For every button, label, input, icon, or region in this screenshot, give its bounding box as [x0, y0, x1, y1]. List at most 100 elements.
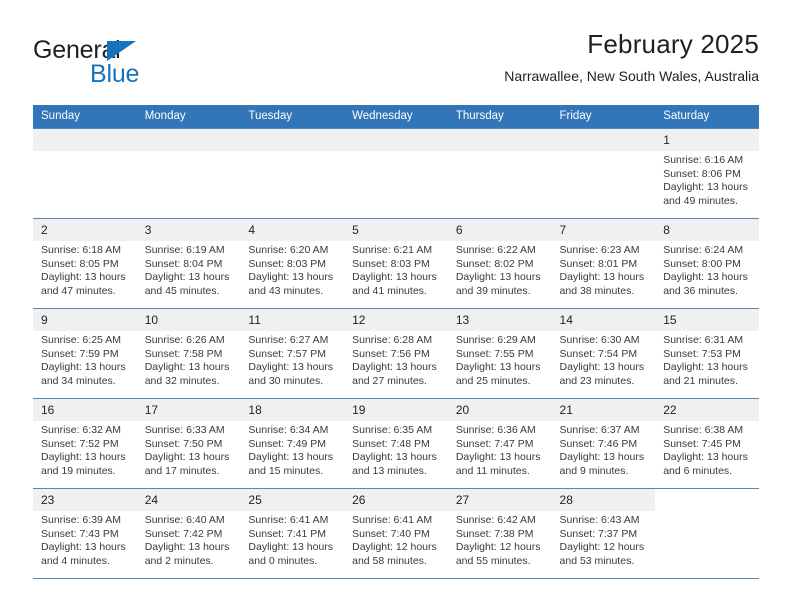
calendar-day-cell[interactable]: 11 Sunrise: 6:27 AM Sunset: 7:57 PM Dayligh… [240, 308, 345, 399]
calendar-day-cell[interactable]: 26 Sunrise: 6:41 AM Sunset: 7:40 PM Dayligh… [344, 488, 448, 579]
calendar-day-cell[interactable]: 19 Sunrise: 6:35 AM Sunset: 7:48 PM Dayligh… [344, 398, 448, 489]
day-cell-content: 19 Sunrise: 6:35 AM Sunset: 7:48 PM Dayligh… [344, 399, 448, 488]
calendar-day-cell[interactable]: 1 Sunrise: 6:16 AM Sunset: 8:06 PM Daylight… [655, 128, 759, 219]
calendar-day-cell[interactable]: 23 Sunrise: 6:39 AM Sunset: 7:43 PM Dayligh… [33, 488, 137, 579]
calendar-day-cell[interactable]: 27 Sunrise: 6:42 AM Sunset: 7:38 PM Dayligh… [447, 488, 552, 579]
calendar-day-cell[interactable]: 8 Sunrise: 6:24 AM Sunset: 8:00 PM Daylight… [655, 218, 759, 309]
sunrise-text: Sunrise: 6:27 AM [248, 334, 329, 346]
day-details: Sunrise: 6:23 AM Sunset: 8:01 PM Daylight:… [552, 241, 656, 298]
daylight-text-line1: Daylight: 13 hours [559, 361, 645, 374]
sunrise-text: Sunrise: 6:30 AM [559, 334, 640, 346]
daylight-text-line1: Daylight: 12 hours [559, 541, 645, 554]
daylight-text-line1: Daylight: 13 hours [248, 271, 334, 284]
day-cell-content: 20 Sunrise: 6:36 AM Sunset: 7:47 PM Dayligh… [447, 399, 552, 488]
calendar-day-cell[interactable]: 12 Sunrise: 6:28 AM Sunset: 7:56 PM Dayligh… [344, 308, 448, 399]
sunrise-text: Sunrise: 6:37 AM [559, 424, 640, 436]
daylight-text-line2: and 2 minutes. [144, 554, 214, 567]
day-details: Sunrise: 6:40 AM Sunset: 7:42 PM Daylight:… [137, 511, 241, 568]
sunrise-text: Sunrise: 6:35 AM [352, 424, 433, 436]
day-cell-content: 9 Sunrise: 6:25 AM Sunset: 7:59 PM Daylight… [33, 309, 137, 398]
day-details: Sunrise: 6:37 AM Sunset: 7:46 PM Daylight:… [552, 421, 656, 478]
calendar-day-cell[interactable]: 4 Sunrise: 6:20 AM Sunset: 8:03 PM Daylight… [240, 218, 345, 309]
day-cell-content: 2 Sunrise: 6:18 AM Sunset: 8:05 PM Daylight… [33, 219, 137, 308]
daylight-text-line2: and 6 minutes. [663, 464, 733, 477]
day-details: Sunrise: 6:41 AM Sunset: 7:41 PM Daylight:… [240, 511, 344, 568]
day-details: Sunrise: 6:25 AM Sunset: 7:59 PM Daylight:… [33, 331, 137, 388]
day-cell-content: 3 Sunrise: 6:19 AM Sunset: 8:04 PM Daylight… [136, 219, 241, 308]
calendar-day-cell[interactable]: 17 Sunrise: 6:33 AM Sunset: 7:50 PM Dayligh… [136, 398, 241, 489]
triangle-logo-icon [107, 41, 136, 61]
calendar-day-cell[interactable]: 15 Sunrise: 6:31 AM Sunset: 7:53 PM Dayligh… [655, 308, 759, 399]
calendar-day-cell[interactable]: 7 Sunrise: 6:23 AM Sunset: 8:01 PM Daylight… [551, 218, 656, 309]
day-number: 16 [33, 399, 137, 421]
calendar-day-cell[interactable]: 3 Sunrise: 6:19 AM Sunset: 8:04 PM Daylight… [136, 218, 241, 309]
empty-day-cell [447, 129, 552, 218]
day-details: Sunrise: 6:39 AM Sunset: 7:43 PM Daylight:… [33, 511, 137, 568]
sunset-text: Sunset: 7:53 PM [663, 347, 741, 360]
calendar-day-cell[interactable]: 9 Sunrise: 6:25 AM Sunset: 7:59 PM Daylight… [33, 308, 137, 399]
calendar-day-cell[interactable]: 13 Sunrise: 6:29 AM Sunset: 7:55 PM Dayligh… [447, 308, 552, 399]
day-cell-content: 4 Sunrise: 6:20 AM Sunset: 8:03 PM Daylight… [240, 219, 345, 308]
day-cell-content: 24 Sunrise: 6:40 AM Sunset: 7:42 PM Dayligh… [136, 489, 241, 578]
daylight-text-line2: and 0 minutes. [248, 554, 318, 567]
day-details: Sunrise: 6:29 AM Sunset: 7:55 PM Daylight:… [448, 331, 552, 388]
calendar-day-cell[interactable]: 28 Sunrise: 6:43 AM Sunset: 7:37 PM Dayligh… [551, 488, 656, 579]
calendar-day-cell-empty [655, 488, 759, 579]
calendar-day-cell-empty [344, 128, 448, 219]
day-cell-content: 8 Sunrise: 6:24 AM Sunset: 8:00 PM Daylight… [655, 219, 759, 308]
sunrise-text: Sunrise: 6:43 AM [559, 514, 640, 526]
daylight-text-line2: and 39 minutes. [455, 284, 531, 297]
daylight-text-line2: and 41 minutes. [352, 284, 427, 297]
daylight-text-line1: Daylight: 13 hours [663, 361, 748, 374]
day-details: Sunrise: 6:31 AM Sunset: 7:53 PM Daylight:… [655, 331, 759, 388]
calendar-day-cell[interactable]: 6 Sunrise: 6:22 AM Sunset: 8:02 PM Daylight… [447, 218, 552, 309]
calendar-day-cell[interactable]: 16 Sunrise: 6:32 AM Sunset: 7:52 PM Dayligh… [33, 398, 137, 489]
day-details: Sunrise: 6:28 AM Sunset: 7:56 PM Daylight:… [344, 331, 448, 388]
daylight-text-line1: Daylight: 13 hours [144, 361, 230, 374]
day-number: 25 [240, 489, 345, 511]
calendar-day-cell[interactable]: 18 Sunrise: 6:34 AM Sunset: 7:49 PM Dayligh… [240, 398, 345, 489]
daylight-text-line2: and 55 minutes. [455, 554, 531, 567]
calendar-day-cell[interactable]: 20 Sunrise: 6:36 AM Sunset: 7:47 PM Dayligh… [447, 398, 552, 489]
brand-logo[interactable]: General Blue [33, 36, 263, 92]
sunrise-text: Sunrise: 6:29 AM [455, 334, 536, 346]
daylight-text-line1: Daylight: 13 hours [144, 541, 230, 554]
calendar-day-cell[interactable]: 24 Sunrise: 6:40 AM Sunset: 7:42 PM Dayligh… [136, 488, 241, 579]
daylight-text-line2: and 49 minutes. [663, 194, 738, 207]
empty-day-cell [136, 129, 241, 218]
day-cell-content: 23 Sunrise: 6:39 AM Sunset: 7:43 PM Dayligh… [33, 489, 137, 578]
daylight-text-line2: and 25 minutes. [455, 374, 531, 387]
title-block: February 2025 Narrawallee, New South Wal… [504, 28, 759, 86]
day-cell-content: 14 Sunrise: 6:30 AM Sunset: 7:54 PM Dayligh… [551, 309, 656, 398]
calendar-day-cell[interactable]: 25 Sunrise: 6:41 AM Sunset: 7:41 PM Dayligh… [240, 488, 345, 579]
calendar-day-cell[interactable]: 2 Sunrise: 6:18 AM Sunset: 8:05 PM Daylight… [33, 218, 137, 309]
sunset-text: Sunset: 8:05 PM [41, 257, 119, 270]
calendar-day-cell[interactable]: 21 Sunrise: 6:37 AM Sunset: 7:46 PM Dayligh… [551, 398, 656, 489]
calendar-day-cell-empty [136, 128, 241, 219]
day-details: Sunrise: 6:38 AM Sunset: 7:45 PM Daylight:… [655, 421, 759, 478]
sunset-text: Sunset: 7:58 PM [144, 347, 223, 360]
day-number: 5 [344, 219, 448, 241]
weekday-header-monday: Monday [136, 105, 241, 129]
calendar-day-cell[interactable]: 10 Sunrise: 6:26 AM Sunset: 7:58 PM Dayligh… [136, 308, 241, 399]
day-number: 26 [344, 489, 448, 511]
daylight-text-line1: Daylight: 13 hours [663, 451, 748, 464]
sunset-text: Sunset: 7:56 PM [352, 347, 430, 360]
calendar-day-cell[interactable]: 14 Sunrise: 6:30 AM Sunset: 7:54 PM Dayligh… [551, 308, 656, 399]
calendar-week-row: 2 Sunrise: 6:18 AM Sunset: 8:05 PM Daylight… [33, 218, 759, 309]
weekday-header-sunday: Sunday [33, 105, 137, 129]
daylight-text-line2: and 58 minutes. [352, 554, 427, 567]
calendar-day-cell[interactable]: 22 Sunrise: 6:38 AM Sunset: 7:45 PM Dayligh… [655, 398, 759, 489]
sunset-text: Sunset: 7:46 PM [559, 437, 638, 450]
day-number: 19 [344, 399, 448, 421]
sunrise-text: Sunrise: 6:16 AM [663, 154, 744, 166]
day-number: 21 [551, 399, 656, 421]
day-cell-content: 18 Sunrise: 6:34 AM Sunset: 7:49 PM Dayligh… [240, 399, 345, 488]
sunrise-text: Sunrise: 6:22 AM [455, 244, 536, 256]
calendar-body: 1 Sunrise: 6:16 AM Sunset: 8:06 PM Daylight… [33, 128, 759, 579]
calendar-day-cell[interactable]: 5 Sunrise: 6:21 AM Sunset: 8:03 PM Daylight… [344, 218, 448, 309]
sunrise-text: Sunrise: 6:41 AM [248, 514, 329, 526]
sunrise-text: Sunrise: 6:39 AM [41, 514, 121, 526]
day-details: Sunrise: 6:43 AM Sunset: 7:37 PM Daylight:… [552, 511, 656, 568]
sunset-text: Sunset: 7:47 PM [455, 437, 534, 450]
